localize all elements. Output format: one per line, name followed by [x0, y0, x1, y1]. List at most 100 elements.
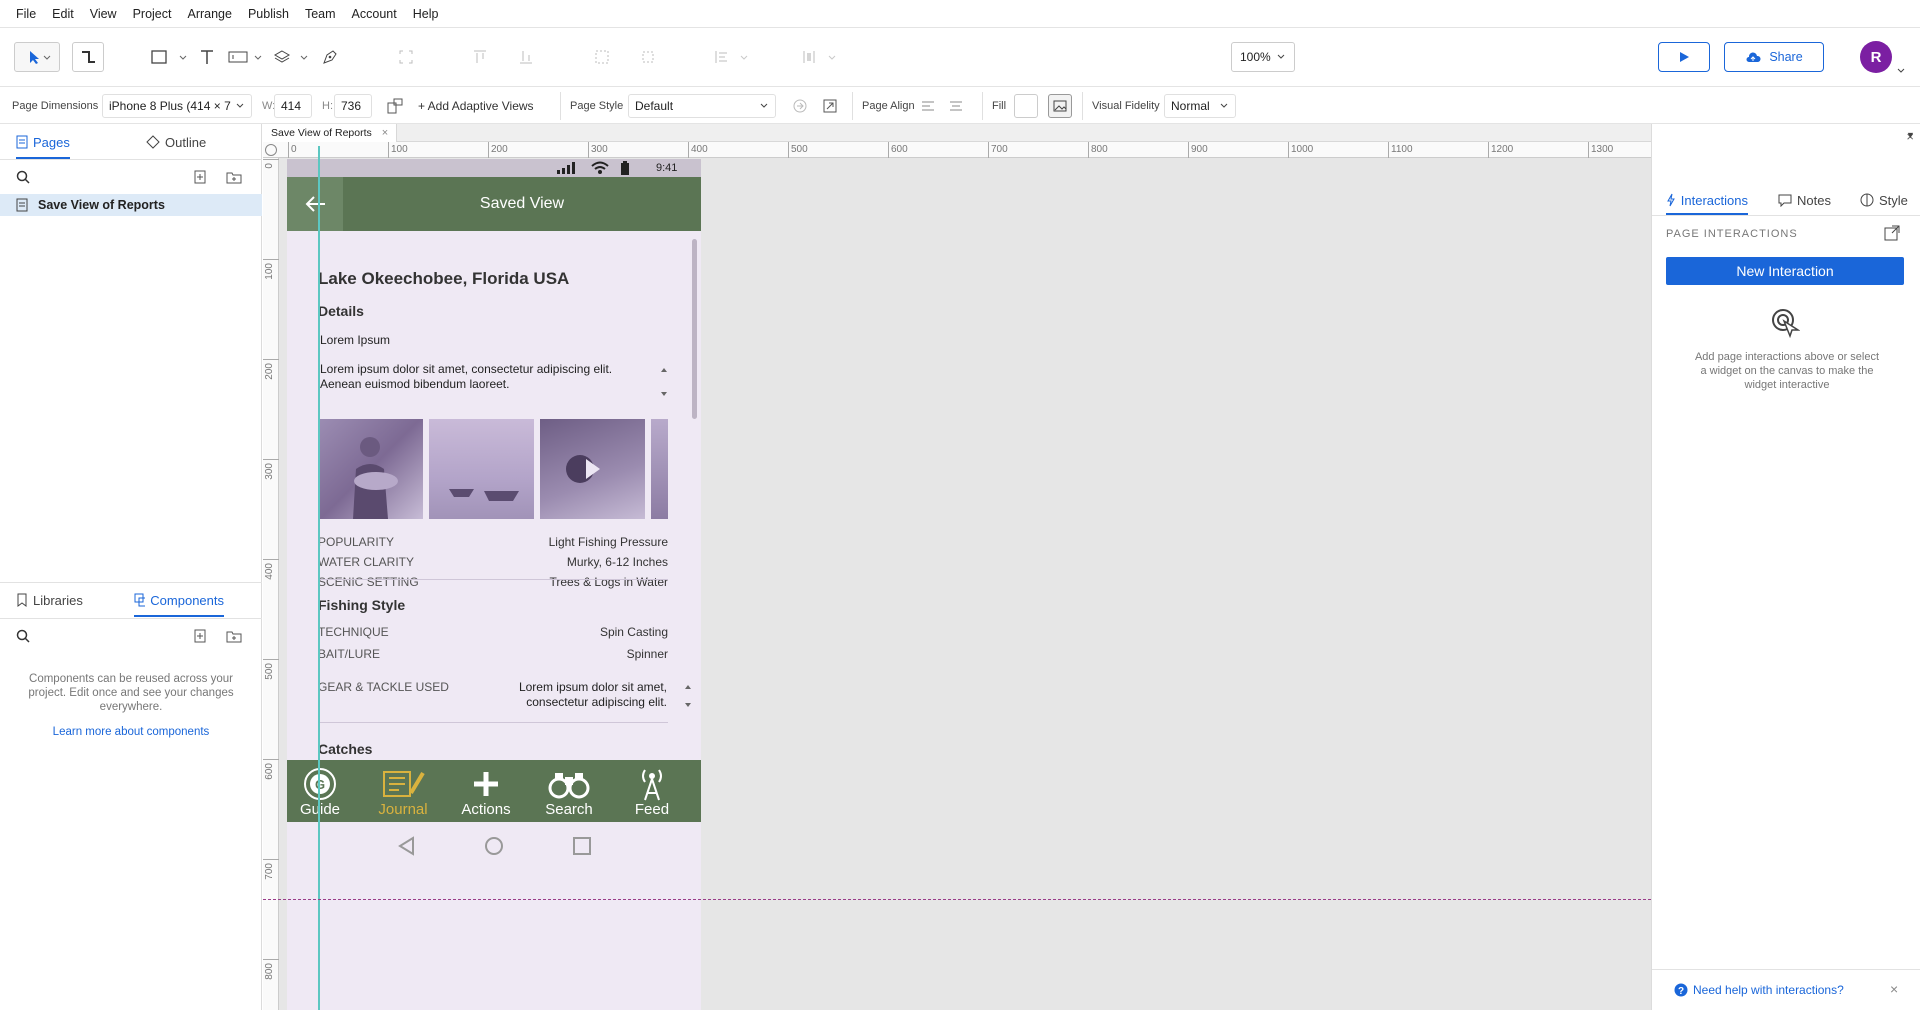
- widget-tool-button[interactable]: [226, 42, 266, 72]
- tab-components[interactable]: Components: [134, 583, 224, 617]
- nav-journal[interactable]: Journal: [370, 760, 436, 822]
- photo-boats[interactable]: [429, 419, 534, 519]
- cloud-upload-icon: [1746, 52, 1761, 62]
- help-interactions-link[interactable]: ? Need help with interactions?: [1674, 983, 1844, 997]
- visual-fidelity-select[interactable]: Normal: [1164, 94, 1236, 118]
- width-input[interactable]: 414: [274, 94, 312, 118]
- recents-square-icon[interactable]: [573, 837, 591, 855]
- zoom-select[interactable]: 100%: [1231, 42, 1295, 72]
- learn-components-link[interactable]: Learn more about components: [28, 726, 234, 738]
- preview-button[interactable]: [1658, 42, 1710, 72]
- align-left-button[interactable]: [920, 88, 936, 124]
- page-fold-guide[interactable]: [263, 899, 1651, 900]
- align-top-button[interactable]: [468, 42, 492, 72]
- page-item-label: Save View of Reports: [38, 198, 165, 212]
- battery-icon: [621, 161, 629, 175]
- nav-actions[interactable]: Actions: [453, 760, 519, 822]
- close-help-icon[interactable]: ×: [1890, 981, 1898, 997]
- ungroup-button[interactable]: [636, 42, 660, 72]
- menu-publish[interactable]: Publish: [240, 7, 297, 21]
- photo-partial[interactable]: [651, 419, 668, 519]
- menu-project[interactable]: Project: [125, 7, 180, 21]
- photo-carousel[interactable]: [318, 419, 668, 519]
- height-input[interactable]: 736: [334, 94, 372, 118]
- tab-libraries-label: Libraries: [33, 592, 83, 608]
- page-item-save-view[interactable]: Save View of Reports: [0, 194, 262, 216]
- menu-account[interactable]: Account: [344, 7, 405, 21]
- bookmark-icon: [17, 593, 27, 607]
- ruler-tick: [263, 259, 279, 260]
- tab-outline[interactable]: Outline: [146, 125, 206, 159]
- nav-search[interactable]: Search: [536, 760, 602, 822]
- ruler-origin-icon[interactable]: [265, 144, 277, 156]
- swap-orientation-button[interactable]: [386, 88, 404, 124]
- search-icon[interactable]: [16, 629, 30, 643]
- back-button[interactable]: [287, 177, 343, 231]
- shape-tool-button[interactable]: [148, 42, 192, 72]
- menu-arrange[interactable]: Arrange: [179, 7, 239, 21]
- spacing-button[interactable]: [800, 42, 840, 72]
- layers-tool-button[interactable]: [272, 42, 312, 72]
- app-header: Saved View: [287, 177, 701, 231]
- page-style-edit-button[interactable]: [822, 88, 838, 124]
- back-triangle-icon[interactable]: [397, 836, 415, 856]
- photo-video[interactable]: [540, 419, 645, 519]
- external-link-icon[interactable]: [1884, 225, 1900, 241]
- signal-icon: [557, 162, 575, 174]
- close-tab-icon[interactable]: ×: [382, 127, 388, 139]
- rotate-icon: [387, 98, 403, 114]
- gear-scroll-arrows-icon[interactable]: [683, 681, 693, 711]
- ruler-label: 100: [264, 263, 275, 280]
- group-button[interactable]: [394, 42, 418, 72]
- add-folder-icon[interactable]: [226, 629, 242, 643]
- canvas-area[interactable]: Save View of Reports × 0 100 200 300 400 500 6…: [263, 124, 1651, 1010]
- text-tool-button[interactable]: [196, 42, 218, 72]
- distribute-button[interactable]: [590, 42, 614, 72]
- add-page-icon[interactable]: [193, 170, 207, 184]
- add-component-icon[interactable]: [193, 629, 207, 643]
- align-center-button[interactable]: [948, 88, 964, 124]
- page-style-select[interactable]: Default: [628, 94, 776, 118]
- page-style-manage-button[interactable]: [792, 88, 808, 124]
- spacing-icon: [803, 51, 836, 63]
- arrange-button[interactable]: [712, 42, 752, 72]
- select-tool-button[interactable]: [14, 42, 60, 72]
- tab-style[interactable]: Style: [1860, 185, 1908, 215]
- plus-icon: [474, 772, 498, 796]
- menu-team[interactable]: Team: [297, 7, 344, 21]
- search-icon[interactable]: [16, 170, 30, 184]
- vertical-guide[interactable]: [318, 146, 320, 1010]
- menu-help[interactable]: Help: [405, 7, 447, 21]
- add-adaptive-views-button[interactable]: + Add Adaptive Views: [418, 88, 534, 124]
- fill-color-swatch[interactable]: [1014, 94, 1038, 118]
- gear-value: Lorem ipsum dolor sit amet, consectetur …: [518, 680, 667, 709]
- phone-artboard[interactable]: 9:41 Saved View Lake Okeechobee, Florida…: [287, 159, 701, 1010]
- content-scrollbar[interactable]: [692, 239, 697, 419]
- photo-fisherman[interactable]: [318, 419, 423, 519]
- chevron-down-icon: [760, 103, 768, 108]
- align-bottom-button[interactable]: [514, 42, 538, 72]
- device-select[interactable]: iPhone 8 Plus (414 × 7: [102, 94, 252, 118]
- avatar[interactable]: R: [1860, 41, 1892, 73]
- pen-tool-button[interactable]: [318, 42, 342, 72]
- nav-feed[interactable]: Feed: [619, 760, 685, 822]
- tab-pages[interactable]: Pages: [16, 125, 70, 159]
- rectangle-icon: [151, 50, 187, 64]
- textarea-scroll-arrows-icon[interactable]: [659, 364, 669, 400]
- document-tab[interactable]: Save View of Reports ×: [263, 124, 398, 142]
- tab-libraries[interactable]: Libraries: [16, 583, 83, 617]
- add-folder-icon[interactable]: [226, 170, 242, 184]
- tab-notes[interactable]: Notes: [1778, 185, 1831, 215]
- menu-file[interactable]: File: [8, 7, 44, 21]
- avatar-chevron-icon[interactable]: [1896, 66, 1906, 76]
- home-circle-icon[interactable]: [484, 836, 504, 856]
- tab-interactions[interactable]: Interactions: [1666, 185, 1748, 215]
- tabs-menu-chevron-icon[interactable]: ▼: [1906, 130, 1915, 140]
- menu-view[interactable]: View: [82, 7, 125, 21]
- fill-image-button[interactable]: [1048, 94, 1072, 118]
- nav-guide[interactable]: G Guide: [287, 760, 353, 822]
- connector-tool-button[interactable]: [72, 42, 104, 72]
- menu-edit[interactable]: Edit: [44, 7, 82, 21]
- share-button[interactable]: Share: [1724, 42, 1824, 72]
- new-interaction-button[interactable]: New Interaction: [1666, 257, 1904, 285]
